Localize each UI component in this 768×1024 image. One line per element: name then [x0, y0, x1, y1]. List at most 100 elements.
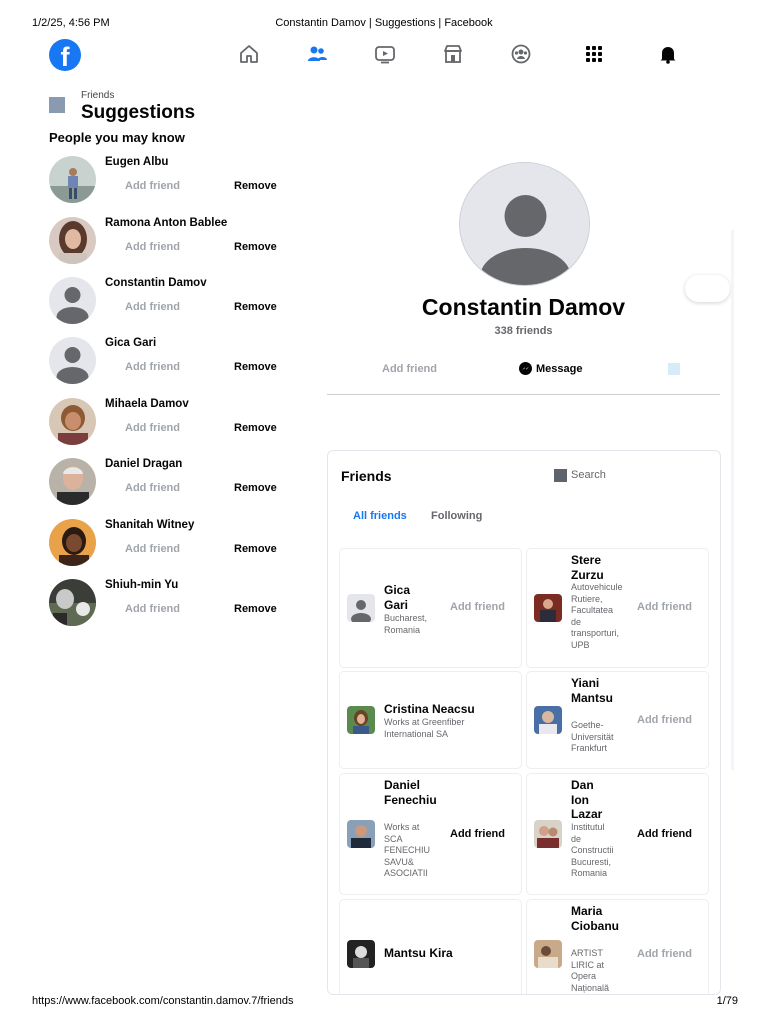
tab-following[interactable]: Following — [431, 510, 482, 522]
suggestion-name[interactable]: Daniel Dragan — [105, 458, 182, 470]
profile-picture[interactable] — [459, 162, 590, 286]
add-friend-button[interactable]: Add friend — [450, 601, 505, 613]
friend-info: Works at Greenfiber International SA — [384, 717, 465, 739]
add-friend-button[interactable]: Add friend — [637, 828, 692, 840]
remove-button[interactable]: Remove — [234, 482, 277, 494]
friends-count[interactable]: 338 friends — [327, 325, 720, 337]
back-button[interactable] — [49, 97, 65, 113]
friend-card: Mantsu Kira — [339, 899, 522, 994]
home-icon[interactable] — [238, 43, 260, 65]
suggestion-item: Ramona Anton Bablee Add friend Remove — [49, 217, 289, 267]
add-friend-button[interactable]: Add friend — [637, 601, 692, 613]
remove-button[interactable]: Remove — [234, 422, 277, 434]
friend-card: Maria Ciobanu ARTIST LIRIC at Opera Nați… — [526, 899, 709, 994]
add-friend-button[interactable]: Add friend — [125, 603, 180, 615]
friend-thumbnail[interactable] — [534, 706, 562, 734]
friend-name[interactable]: Daniel Fenechiu — [384, 778, 437, 807]
friend-name[interactable]: Dan Ion Lazar — [571, 778, 611, 822]
add-friend-button[interactable]: Add friend — [125, 422, 180, 434]
print-header: 1/2/25, 4:56 PM Constantin Damov | Sugge… — [0, 17, 768, 31]
divider — [327, 394, 720, 395]
friend-name[interactable]: Stere Zurzu — [571, 553, 607, 582]
friend-card: Dan Ion Lazar Institutul de Constructii … — [526, 773, 709, 895]
watch-icon[interactable] — [374, 43, 396, 65]
print-url: https://www.facebook.com/constantin.damo… — [32, 995, 294, 1007]
page-title: Suggestions — [81, 102, 196, 123]
notifications-icon[interactable] — [657, 43, 679, 65]
friend-thumbnail[interactable] — [534, 820, 562, 848]
floating-scroll-button[interactable] — [685, 275, 730, 302]
remove-button[interactable]: Remove — [234, 603, 277, 615]
marketplace-icon[interactable] — [442, 43, 464, 65]
friend-name[interactable]: Gica Gari — [384, 583, 420, 612]
message-button[interactable]: Message — [519, 362, 582, 375]
friend-thumbnail[interactable] — [347, 940, 375, 968]
remove-button[interactable]: Remove — [234, 241, 277, 253]
add-friend-button[interactable]: Add friend — [125, 301, 180, 313]
avatar[interactable] — [49, 519, 96, 566]
friend-name[interactable]: Cristina Neacsu — [384, 702, 514, 717]
default-avatar-icon[interactable] — [49, 277, 96, 324]
default-avatar-icon[interactable] — [49, 337, 96, 384]
friend-name[interactable]: Maria Ciobanu — [571, 904, 619, 933]
avatar[interactable] — [49, 458, 96, 505]
message-label: Message — [536, 362, 583, 375]
add-friend-button[interactable]: Add friend — [125, 543, 180, 555]
avatar[interactable] — [49, 398, 96, 445]
suggestion-item: Daniel Dragan Add friend Remove — [49, 458, 289, 508]
friend-info: Works at SCA FENECHIU SAVU& ASOCIATII — [384, 822, 431, 878]
messenger-icon — [519, 362, 532, 375]
friend-name[interactable]: Mantsu Kira — [384, 946, 514, 961]
friend-card: Gica Gari Bucharest, Romania Add friend — [339, 548, 522, 668]
friends-icon[interactable] — [306, 43, 328, 65]
suggestion-name[interactable]: Shiuh-min Yu — [105, 579, 178, 591]
friend-thumbnail[interactable] — [347, 706, 375, 734]
suggestion-item: Gica Gari Add friend Remove — [49, 337, 289, 387]
add-friend-button[interactable]: Add friend — [637, 948, 692, 960]
remove-button[interactable]: Remove — [234, 301, 277, 313]
add-friend-button[interactable]: Add friend — [637, 714, 692, 726]
add-friend-button[interactable]: Add friend — [125, 482, 180, 494]
friend-thumbnail[interactable] — [347, 820, 375, 848]
suggestion-name[interactable]: Gica Gari — [105, 337, 156, 349]
add-friend-button[interactable]: Add friend — [125, 241, 180, 253]
add-friend-button[interactable]: Add friend — [382, 363, 437, 375]
add-friend-button[interactable]: Add friend — [125, 361, 180, 373]
avatar[interactable] — [49, 156, 96, 203]
groups-icon[interactable] — [510, 43, 532, 65]
scrollbar[interactable] — [731, 230, 734, 770]
suggestion-item: Eugen Albu Add friend Remove — [49, 156, 289, 206]
breadcrumb[interactable]: Friends — [81, 90, 114, 101]
friend-thumbnail[interactable] — [534, 594, 562, 622]
tab-all-friends[interactable]: All friends — [353, 510, 407, 522]
friend-card: Cristina Neacsu Works at Greenfiber Inte… — [339, 671, 522, 769]
facebook-logo[interactable]: f — [49, 39, 81, 71]
friend-info: Bucharest, Romania — [384, 613, 428, 635]
avatar[interactable] — [49, 217, 96, 264]
add-friend-button[interactable]: Add friend — [450, 828, 505, 840]
search-icon[interactable] — [554, 469, 567, 482]
avatar[interactable] — [49, 579, 96, 626]
suggestion-name[interactable]: Ramona Anton Bablee — [105, 217, 227, 229]
remove-button[interactable]: Remove — [234, 361, 277, 373]
remove-button[interactable]: Remove — [234, 180, 277, 192]
suggestion-name[interactable]: Constantin Damov — [105, 277, 207, 289]
friend-info: Goethe-Universität Frankfurt — [571, 720, 614, 753]
suggestion-item: Mihaela Damov Add friend Remove — [49, 398, 289, 448]
friend-info: ARTIST LIRIC at Opera Națională — [571, 948, 610, 993]
add-friend-button[interactable]: Add friend — [125, 180, 180, 192]
remove-button[interactable]: Remove — [234, 543, 277, 555]
menu-grid-icon[interactable] — [583, 43, 605, 65]
friend-card: Daniel Fenechiu Works at SCA FENECHIU SA… — [339, 773, 522, 895]
default-avatar-icon[interactable] — [347, 594, 375, 622]
profile-name: Constantin Damov — [421, 294, 626, 320]
suggestion-name[interactable]: Mihaela Damov — [105, 398, 189, 410]
friend-name[interactable]: Yiani Mantsu — [571, 676, 613, 705]
suggestion-name[interactable]: Shanitah Witney — [105, 519, 194, 531]
suggestion-name[interactable]: Eugen Albu — [105, 156, 168, 168]
friend-thumbnail[interactable] — [534, 940, 562, 968]
search-link[interactable]: Search — [571, 469, 606, 481]
more-options-button[interactable] — [668, 363, 680, 375]
friend-card: Yiani Mantsu Goethe-Universität Frankfur… — [526, 671, 709, 769]
print-document-title: Constantin Damov | Suggestions | Faceboo… — [275, 17, 493, 29]
